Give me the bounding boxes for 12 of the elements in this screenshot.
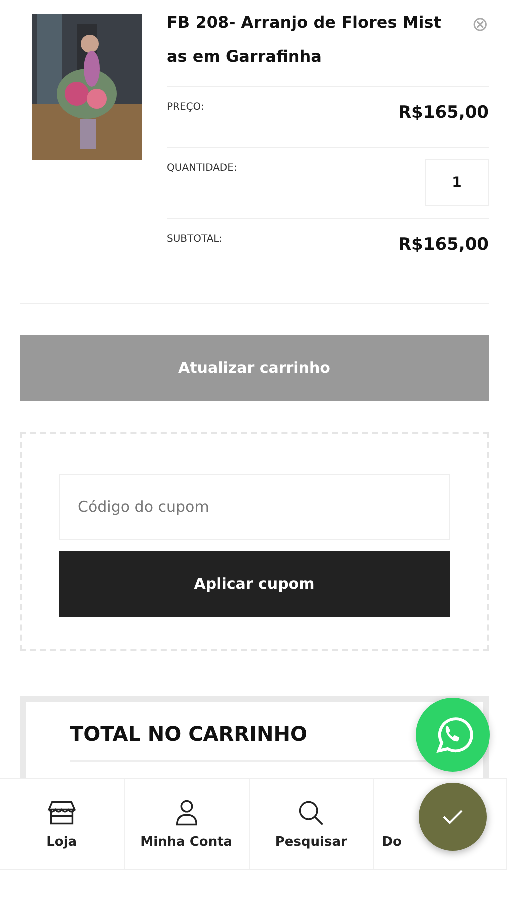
price-value: R$165,00	[398, 235, 489, 255]
quantity-field[interactable]: 1	[425, 159, 489, 206]
coupon-field[interactable]: Código do cupom	[59, 474, 450, 540]
field-label: QUANTIDADE:	[167, 163, 238, 174]
store-icon	[46, 798, 77, 826]
field-label: SUBTOTAL:	[167, 234, 223, 245]
totals-title: TOTAL NO CARRINHO	[70, 722, 308, 746]
apply-coupon-button[interactable]: Aplicar cupom	[59, 551, 450, 617]
product-title: FB 208- Arranjo de Flores Mist as em Garrafinha	[167, 12, 442, 68]
price-value: R$165,00	[398, 103, 489, 123]
check-icon	[442, 809, 464, 825]
field-label: PREÇO:	[167, 102, 204, 113]
